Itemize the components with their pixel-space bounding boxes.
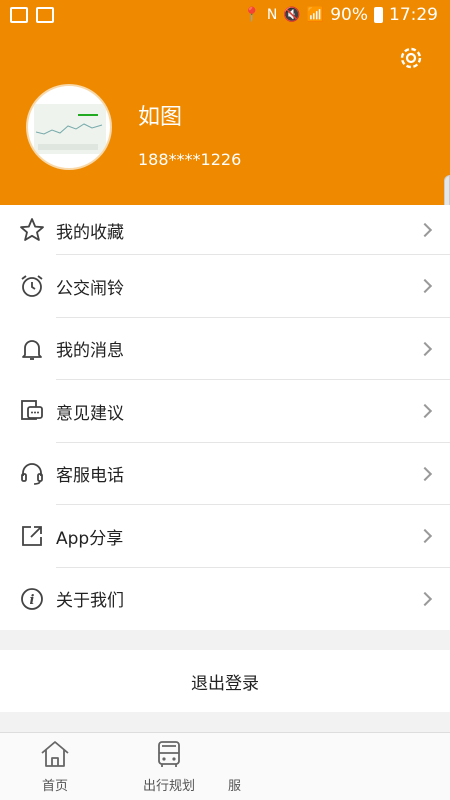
location-icon: 📍 bbox=[243, 7, 261, 23]
avatar-image bbox=[34, 104, 106, 154]
menu-item-label: 客服电话 bbox=[56, 466, 124, 487]
chevron-right-icon bbox=[417, 591, 433, 606]
chevron-right-icon bbox=[417, 222, 433, 238]
bottom-tab-bar: 首页 出行规划 服 bbox=[0, 732, 450, 800]
chevron-right-icon bbox=[417, 341, 433, 356]
mute-icon: 🔇 bbox=[283, 7, 301, 23]
chevron-right-icon bbox=[417, 466, 433, 481]
tab-trip-planning[interactable]: 出行规划 bbox=[114, 739, 224, 794]
menu-item-messages[interactable]: 我的消息 bbox=[0, 318, 450, 380]
tab-partial[interactable]: 服 bbox=[228, 739, 268, 794]
logout-button[interactable]: 退出登录 bbox=[0, 650, 450, 712]
tab-label: 服 bbox=[228, 779, 242, 794]
svg-text:i: i bbox=[30, 593, 35, 608]
menu-item-label: 我的收藏 bbox=[56, 222, 124, 243]
menu-list: 我的收藏 公交闹铃 我的消息 意见建议 客服电话 App分享 i 关于我们 bbox=[0, 205, 450, 630]
tab-home[interactable]: 首页 bbox=[0, 739, 110, 794]
battery-percent: 90% bbox=[330, 5, 368, 25]
phone-number: 188****1226 bbox=[138, 150, 242, 169]
battery-icon bbox=[374, 7, 383, 23]
menu-item-about-us[interactable]: i 关于我们 bbox=[0, 568, 450, 631]
share-icon bbox=[19, 523, 45, 549]
status-bar: 📍 N 🔇 📶 90% 17:29 bbox=[0, 0, 450, 30]
menu-item-label: App分享 bbox=[56, 528, 124, 549]
alarm-clock-icon bbox=[19, 273, 45, 299]
chevron-right-icon bbox=[417, 279, 433, 294]
star-icon bbox=[19, 217, 45, 243]
profile-header: 📍 N 🔇 📶 90% 17:29 如图 188****1226 bbox=[0, 0, 450, 205]
settings-gear-icon[interactable] bbox=[397, 44, 425, 72]
tab-label: 首页 bbox=[41, 779, 68, 794]
menu-item-label: 我的消息 bbox=[56, 341, 124, 362]
menu-item-label: 意见建议 bbox=[56, 403, 124, 424]
status-right: 📍 N 🔇 📶 90% 17:29 bbox=[243, 5, 438, 25]
menu-item-customer-service[interactable]: 客服电话 bbox=[0, 443, 450, 505]
tab-label: 出行规划 bbox=[142, 779, 195, 794]
gallery-notification-icon bbox=[10, 7, 28, 23]
feedback-icon bbox=[19, 398, 45, 424]
info-icon: i bbox=[19, 586, 45, 612]
chevron-right-icon bbox=[417, 404, 433, 419]
username: 如图 bbox=[138, 105, 183, 130]
menu-item-label: 公交闹铃 bbox=[56, 278, 124, 299]
app-notification-icon bbox=[36, 7, 54, 23]
menu-item-app-share[interactable]: App分享 bbox=[0, 505, 450, 568]
bus-icon bbox=[158, 741, 180, 767]
chevron-right-icon bbox=[417, 529, 433, 544]
menu-item-feedback[interactable]: 意见建议 bbox=[0, 380, 450, 443]
menu-item-label: 关于我们 bbox=[56, 591, 124, 612]
headset-icon bbox=[19, 461, 45, 487]
menu-item-favorites[interactable]: 我的收藏 bbox=[0, 205, 450, 255]
clock: 17:29 bbox=[389, 5, 438, 25]
menu-item-bus-alarm[interactable]: 公交闹铃 bbox=[0, 255, 450, 318]
wifi-icon: 📶 bbox=[306, 7, 325, 23]
nfc-icon: N bbox=[266, 7, 278, 23]
avatar[interactable] bbox=[26, 84, 112, 170]
status-left-icons bbox=[10, 7, 54, 23]
home-icon bbox=[41, 741, 69, 767]
bell-icon bbox=[19, 336, 45, 362]
